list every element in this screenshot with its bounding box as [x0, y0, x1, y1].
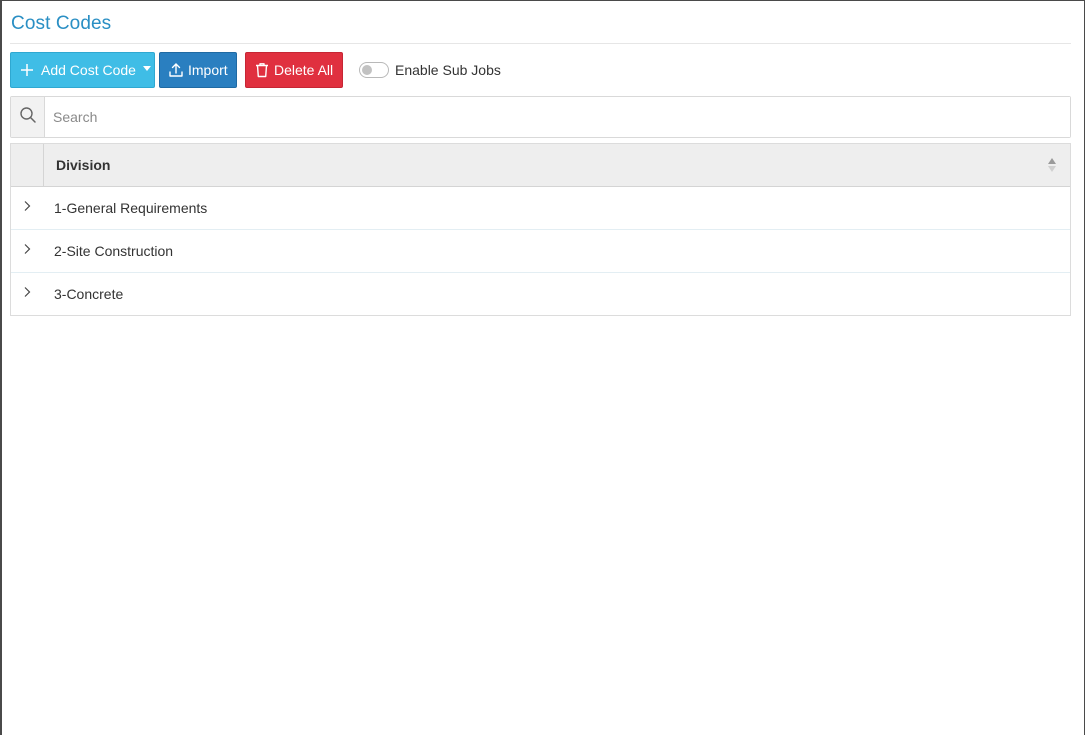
chevron-right-icon [23, 199, 31, 217]
row-expand-toggle[interactable] [11, 230, 43, 272]
import-button[interactable]: Import [159, 52, 237, 88]
chevron-right-icon [23, 242, 31, 260]
table-row[interactable]: 3-Concrete [11, 273, 1070, 315]
enable-sub-jobs-toggle-group: Enable Sub Jobs [359, 62, 501, 78]
division-cell: 3-Concrete [54, 286, 124, 302]
sort-icon[interactable] [1047, 157, 1057, 173]
delete-all-label: Delete All [274, 62, 334, 78]
search-bar [10, 96, 1071, 138]
toolbar: Add Cost Code Import Delete All Enable S… [10, 52, 501, 88]
cost-codes-grid: Division 1-General Requirements 2-Site C… [10, 143, 1071, 316]
add-cost-code-label: Add Cost Code [41, 62, 136, 78]
delete-all-button[interactable]: Delete All [245, 52, 343, 88]
caret-down-icon[interactable] [142, 66, 151, 71]
enable-sub-jobs-toggle[interactable] [359, 62, 389, 78]
upload-icon [168, 62, 184, 78]
import-label: Import [188, 62, 228, 78]
chevron-right-icon [23, 285, 31, 303]
add-cost-code-button[interactable]: Add Cost Code [10, 52, 155, 88]
table-row[interactable]: 2-Site Construction [11, 230, 1070, 273]
search-icon [19, 106, 37, 129]
division-column-header[interactable]: Division [56, 157, 1070, 173]
grid-header: Division [11, 144, 1070, 187]
trash-icon [254, 62, 270, 78]
enable-sub-jobs-label: Enable Sub Jobs [395, 62, 501, 78]
division-cell: 2-Site Construction [54, 243, 174, 259]
page-title: Cost Codes [11, 13, 112, 34]
row-expand-toggle[interactable] [11, 187, 43, 229]
expand-column-header [11, 144, 44, 186]
plus-icon [19, 62, 35, 78]
search-icon-box [11, 97, 45, 137]
search-input[interactable] [45, 97, 1070, 137]
toggle-knob [362, 65, 372, 75]
row-expand-toggle[interactable] [11, 273, 43, 315]
division-cell: 1-General Requirements [54, 200, 208, 216]
title-divider [10, 43, 1071, 44]
table-row[interactable]: 1-General Requirements [11, 187, 1070, 230]
